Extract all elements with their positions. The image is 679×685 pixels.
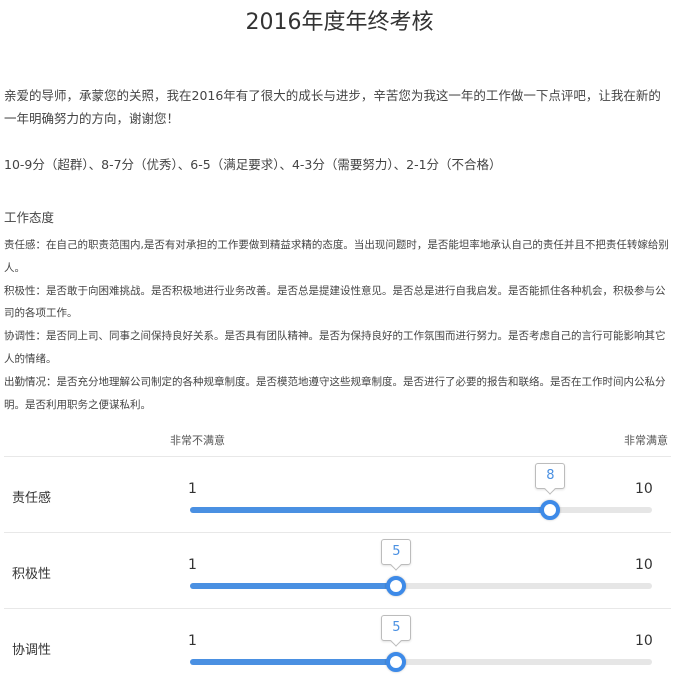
desc-initiative: 积极性：是否敢于向困难挑战。是否积极地进行业务改善。是否总是提建设性意见。是否总…: [4, 284, 666, 320]
scale-high-label: 非常满意: [624, 434, 668, 447]
slider-min-label: 1: [188, 557, 197, 573]
slider-fill: [190, 659, 396, 665]
slider-max-label: 10: [635, 633, 653, 649]
score-scale-legend: 10-9分（超群）、8-7分（优秀）、6-5（满足要求）、4-3分（需要努力）、…: [4, 157, 502, 172]
slider-row-initiative: 积极性 1 10 5: [4, 532, 671, 609]
desc-attendance: 出勤情况：是否充分地理解公司制定的各种规章制度。是否模范地遵守这些规章制度。是否…: [4, 375, 666, 411]
slider-track[interactable]: 5: [190, 615, 652, 672]
slider-value-tooltip: 5: [381, 539, 412, 565]
slider-max-label: 10: [635, 481, 653, 497]
slider-fill: [190, 583, 396, 589]
desc-responsibility: 责任感：在自己的职责范围内,是否有对承担的工作要做到精益求精的态度。当出现问题时…: [4, 239, 669, 274]
slider-thumb[interactable]: [386, 576, 407, 596]
slider-track[interactable]: 5: [190, 539, 652, 596]
slider-label: 积极性: [12, 567, 52, 582]
slider-label: 责任感: [12, 491, 52, 506]
desc-cooperation: 协调性：是否同上司、同事之间保持良好关系。是否具有团队精神。是否为保持良好的工作…: [4, 330, 666, 365]
slider-max-label: 10: [635, 557, 653, 573]
slider-thumb[interactable]: [540, 500, 561, 520]
page-title: 2016年度年终考核: [245, 10, 434, 35]
section-description: 责任感：在自己的职责范围内,是否有对承担的工作要做到精益求精的态度。当出现问题时…: [4, 234, 674, 416]
slider-value-tooltip: 8: [535, 463, 566, 489]
slider-min-label: 1: [188, 633, 197, 649]
slider-row-cooperation: 协调性 1 10 5: [4, 608, 671, 685]
slider-thumb[interactable]: [386, 652, 407, 672]
section-title: 工作态度: [4, 210, 55, 225]
slider-fill: [190, 507, 550, 513]
slider-min-label: 1: [188, 481, 197, 497]
slider-track[interactable]: 8: [190, 463, 652, 520]
scale-low-label: 非常不满意: [170, 434, 225, 447]
intro-text: 亲爱的导师，承蒙您的关照，我在2016年有了很大的成长与进步，辛苦您为我这一年的…: [4, 88, 661, 126]
slider-row-responsibility: 责任感 1 10 8: [4, 456, 671, 533]
slider-value-tooltip: 5: [381, 615, 412, 641]
slider-label: 协调性: [12, 643, 52, 658]
